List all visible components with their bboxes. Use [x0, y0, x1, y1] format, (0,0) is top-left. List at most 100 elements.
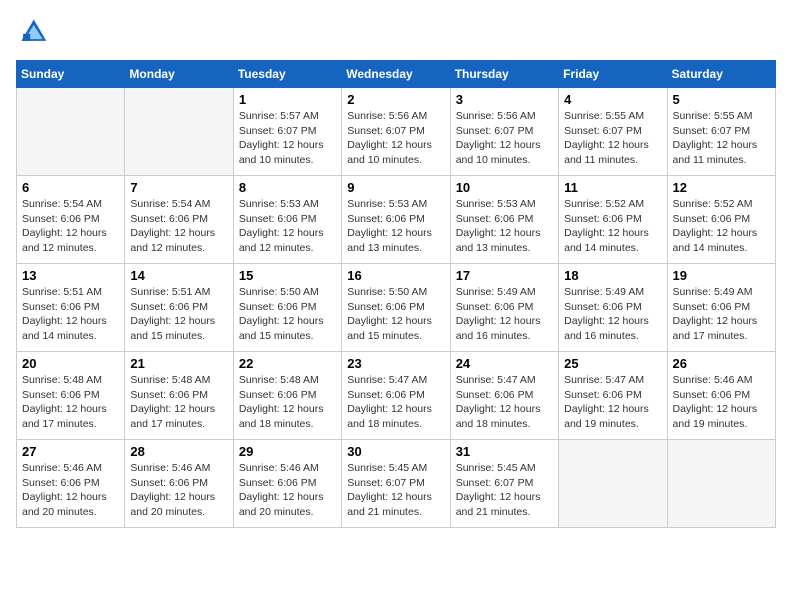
calendar-day-cell: 23 Sunrise: 5:47 AM Sunset: 6:06 PM Dayli… — [342, 352, 450, 440]
day-number: 6 — [22, 180, 119, 195]
calendar-day-cell — [17, 88, 125, 176]
day-info: Sunrise: 5:47 AM Sunset: 6:06 PM Dayligh… — [347, 373, 444, 432]
day-info: Sunrise: 5:49 AM Sunset: 6:06 PM Dayligh… — [673, 285, 770, 344]
calendar-day-cell: 6 Sunrise: 5:54 AM Sunset: 6:06 PM Daylig… — [17, 176, 125, 264]
calendar-day-cell: 1 Sunrise: 5:57 AM Sunset: 6:07 PM Daylig… — [233, 88, 341, 176]
day-number: 24 — [456, 356, 553, 371]
day-number: 23 — [347, 356, 444, 371]
day-info: Sunrise: 5:48 AM Sunset: 6:06 PM Dayligh… — [239, 373, 336, 432]
day-info: Sunrise: 5:54 AM Sunset: 6:06 PM Dayligh… — [22, 197, 119, 256]
day-number: 30 — [347, 444, 444, 459]
day-info: Sunrise: 5:52 AM Sunset: 6:06 PM Dayligh… — [673, 197, 770, 256]
calendar-day-cell: 26 Sunrise: 5:46 AM Sunset: 6:06 PM Dayli… — [667, 352, 775, 440]
weekday-header: Thursday — [450, 61, 558, 88]
calendar-day-cell: 25 Sunrise: 5:47 AM Sunset: 6:06 PM Dayli… — [559, 352, 667, 440]
day-info: Sunrise: 5:53 AM Sunset: 6:06 PM Dayligh… — [347, 197, 444, 256]
day-number: 25 — [564, 356, 661, 371]
day-number: 16 — [347, 268, 444, 283]
day-info: Sunrise: 5:53 AM Sunset: 6:06 PM Dayligh… — [239, 197, 336, 256]
weekday-header: Sunday — [17, 61, 125, 88]
day-number: 1 — [239, 92, 336, 107]
day-number: 5 — [673, 92, 770, 107]
day-info: Sunrise: 5:55 AM Sunset: 6:07 PM Dayligh… — [564, 109, 661, 168]
day-number: 17 — [456, 268, 553, 283]
weekday-header: Wednesday — [342, 61, 450, 88]
weekday-header: Monday — [125, 61, 233, 88]
day-number: 21 — [130, 356, 227, 371]
day-number: 31 — [456, 444, 553, 459]
day-info: Sunrise: 5:54 AM Sunset: 6:06 PM Dayligh… — [130, 197, 227, 256]
weekday-header: Friday — [559, 61, 667, 88]
day-info: Sunrise: 5:50 AM Sunset: 6:06 PM Dayligh… — [347, 285, 444, 344]
day-info: Sunrise: 5:48 AM Sunset: 6:06 PM Dayligh… — [130, 373, 227, 432]
day-info: Sunrise: 5:57 AM Sunset: 6:07 PM Dayligh… — [239, 109, 336, 168]
day-info: Sunrise: 5:49 AM Sunset: 6:06 PM Dayligh… — [456, 285, 553, 344]
day-number: 13 — [22, 268, 119, 283]
day-info: Sunrise: 5:49 AM Sunset: 6:06 PM Dayligh… — [564, 285, 661, 344]
day-info: Sunrise: 5:53 AM Sunset: 6:06 PM Dayligh… — [456, 197, 553, 256]
day-info: Sunrise: 5:51 AM Sunset: 6:06 PM Dayligh… — [130, 285, 227, 344]
day-info: Sunrise: 5:48 AM Sunset: 6:06 PM Dayligh… — [22, 373, 119, 432]
day-number: 3 — [456, 92, 553, 107]
calendar-day-cell: 12Sunrise: 5:52 AM Sunset: 6:06 PM Dayli… — [667, 176, 775, 264]
day-info: Sunrise: 5:46 AM Sunset: 6:06 PM Dayligh… — [673, 373, 770, 432]
calendar-day-cell: 27 Sunrise: 5:46 AM Sunset: 6:06 PM Dayli… — [17, 440, 125, 528]
calendar-header-row: SundayMondayTuesdayWednesdayThursdayFrid… — [17, 61, 776, 88]
day-number: 20 — [22, 356, 119, 371]
calendar-day-cell: 19Sunrise: 5:49 AM Sunset: 6:06 PM Dayli… — [667, 264, 775, 352]
calendar-week-row: 27 Sunrise: 5:46 AM Sunset: 6:06 PM Dayli… — [17, 440, 776, 528]
day-number: 10 — [456, 180, 553, 195]
calendar-week-row: 13 Sunrise: 5:51 AM Sunset: 6:06 PM Dayli… — [17, 264, 776, 352]
day-number: 29 — [239, 444, 336, 459]
day-info: Sunrise: 5:52 AM Sunset: 6:06 PM Dayligh… — [564, 197, 661, 256]
logo — [16, 16, 52, 48]
calendar-table: SundayMondayTuesdayWednesdayThursdayFrid… — [16, 60, 776, 528]
calendar-day-cell — [559, 440, 667, 528]
calendar-day-cell: 16 Sunrise: 5:50 AM Sunset: 6:06 PM Dayli… — [342, 264, 450, 352]
calendar-day-cell: 9Sunrise: 5:53 AM Sunset: 6:06 PM Daylig… — [342, 176, 450, 264]
calendar-day-cell: 31 Sunrise: 5:45 AM Sunset: 6:07 PM Dayli… — [450, 440, 558, 528]
calendar-week-row: 1 Sunrise: 5:57 AM Sunset: 6:07 PM Daylig… — [17, 88, 776, 176]
day-number: 4 — [564, 92, 661, 107]
calendar-week-row: 20 Sunrise: 5:48 AM Sunset: 6:06 PM Dayli… — [17, 352, 776, 440]
page-header — [16, 16, 776, 48]
day-number: 27 — [22, 444, 119, 459]
day-info: Sunrise: 5:51 AM Sunset: 6:06 PM Dayligh… — [22, 285, 119, 344]
day-info: Sunrise: 5:45 AM Sunset: 6:07 PM Dayligh… — [347, 461, 444, 520]
day-info: Sunrise: 5:50 AM Sunset: 6:06 PM Dayligh… — [239, 285, 336, 344]
day-number: 14 — [130, 268, 227, 283]
calendar-day-cell: 4 Sunrise: 5:55 AM Sunset: 6:07 PM Daylig… — [559, 88, 667, 176]
day-info: Sunrise: 5:47 AM Sunset: 6:06 PM Dayligh… — [456, 373, 553, 432]
calendar-day-cell: 14 Sunrise: 5:51 AM Sunset: 6:06 PM Dayli… — [125, 264, 233, 352]
day-info: Sunrise: 5:46 AM Sunset: 6:06 PM Dayligh… — [239, 461, 336, 520]
calendar-day-cell: 18 Sunrise: 5:49 AM Sunset: 6:06 PM Dayli… — [559, 264, 667, 352]
calendar-day-cell: 21 Sunrise: 5:48 AM Sunset: 6:06 PM Dayli… — [125, 352, 233, 440]
calendar-day-cell: 11Sunrise: 5:52 AM Sunset: 6:06 PM Dayli… — [559, 176, 667, 264]
calendar-day-cell: 29 Sunrise: 5:46 AM Sunset: 6:06 PM Dayli… — [233, 440, 341, 528]
calendar-day-cell: 30 Sunrise: 5:45 AM Sunset: 6:07 PM Dayli… — [342, 440, 450, 528]
day-number: 26 — [673, 356, 770, 371]
day-info: Sunrise: 5:55 AM Sunset: 6:07 PM Dayligh… — [673, 109, 770, 168]
calendar-day-cell: 15 Sunrise: 5:50 AM Sunset: 6:06 PM Dayli… — [233, 264, 341, 352]
calendar-week-row: 6 Sunrise: 5:54 AM Sunset: 6:06 PM Daylig… — [17, 176, 776, 264]
day-number: 2 — [347, 92, 444, 107]
calendar-day-cell: 10 Sunrise: 5:53 AM Sunset: 6:06 PM Dayli… — [450, 176, 558, 264]
calendar-day-cell: 22Sunrise: 5:48 AM Sunset: 6:06 PM Dayli… — [233, 352, 341, 440]
day-number: 15 — [239, 268, 336, 283]
day-info: Sunrise: 5:47 AM Sunset: 6:06 PM Dayligh… — [564, 373, 661, 432]
weekday-header: Saturday — [667, 61, 775, 88]
logo-icon — [16, 16, 48, 48]
calendar-day-cell: 8Sunrise: 5:53 AM Sunset: 6:06 PM Daylig… — [233, 176, 341, 264]
calendar-day-cell — [667, 440, 775, 528]
calendar-day-cell: 13 Sunrise: 5:51 AM Sunset: 6:06 PM Dayli… — [17, 264, 125, 352]
day-info: Sunrise: 5:46 AM Sunset: 6:06 PM Dayligh… — [130, 461, 227, 520]
day-info: Sunrise: 5:46 AM Sunset: 6:06 PM Dayligh… — [22, 461, 119, 520]
day-info: Sunrise: 5:45 AM Sunset: 6:07 PM Dayligh… — [456, 461, 553, 520]
calendar-day-cell: 3Sunrise: 5:56 AM Sunset: 6:07 PM Daylig… — [450, 88, 558, 176]
day-number: 18 — [564, 268, 661, 283]
calendar-day-cell: 24 Sunrise: 5:47 AM Sunset: 6:06 PM Dayli… — [450, 352, 558, 440]
day-number: 28 — [130, 444, 227, 459]
calendar-day-cell: 20 Sunrise: 5:48 AM Sunset: 6:06 PM Dayli… — [17, 352, 125, 440]
calendar-day-cell — [125, 88, 233, 176]
calendar-day-cell: 2Sunrise: 5:56 AM Sunset: 6:07 PM Daylig… — [342, 88, 450, 176]
